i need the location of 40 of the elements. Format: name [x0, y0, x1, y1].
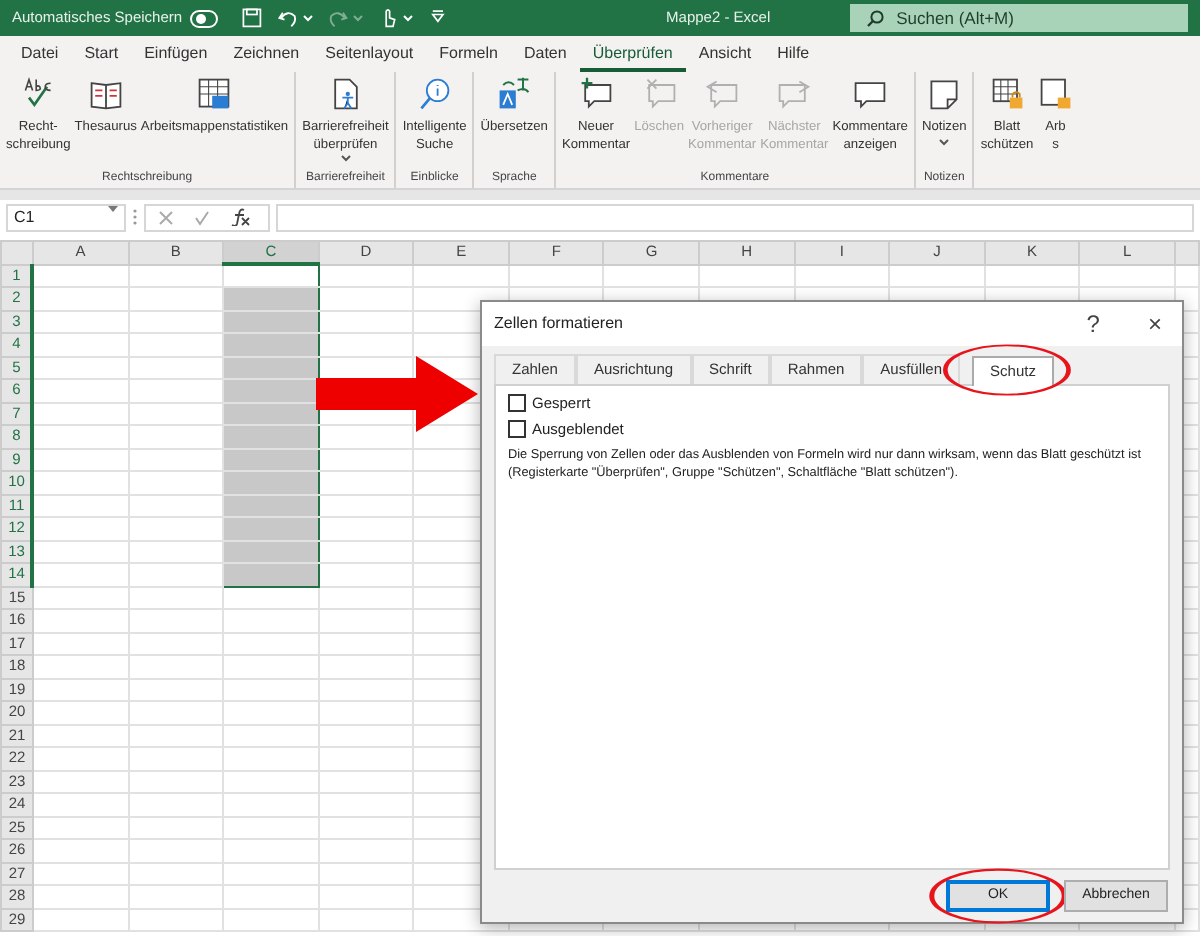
next-comment-icon — [776, 76, 813, 112]
undo-icon[interactable] — [276, 6, 301, 30]
sheet-lock-icon — [989, 76, 1026, 112]
dropdown-caret-icon[interactable] — [108, 205, 118, 213]
spelling-icon — [20, 76, 57, 112]
table-icon — [196, 76, 233, 112]
ribbon-tab[interactable]: Zeichnen — [220, 40, 313, 72]
ribbon-tab[interactable]: Hilfe — [764, 40, 823, 72]
checkbox[interactable] — [508, 420, 526, 439]
dialog-title: Zellen formatieren — [494, 311, 625, 336]
ribbon-tab[interactable]: Datei — [8, 40, 72, 72]
search-field[interactable]: Suchen (Alt+M) — [850, 4, 1188, 32]
ribbon-tab[interactable]: Seitenlayout — [312, 40, 427, 72]
ribbon-tab[interactable]: Start — [71, 40, 132, 72]
ribbon-tab[interactable]: Formeln — [426, 40, 511, 72]
comment-icon — [852, 76, 889, 112]
note-icon — [926, 76, 963, 112]
ribbon-tab[interactable]: Daten — [510, 40, 580, 72]
new-comment-icon — [578, 76, 615, 112]
previous-comment-icon — [704, 76, 741, 112]
close-button[interactable]: × — [1139, 309, 1170, 338]
translate-icon — [496, 76, 533, 112]
save-icon[interactable] — [240, 6, 265, 30]
ribbon-tab[interactable]: Einfügen — [131, 40, 221, 72]
name-box[interactable]: C1 — [6, 203, 126, 231]
highlight-ellipse — [940, 341, 1074, 398]
dropdown-caret-icon — [938, 137, 951, 147]
help-button[interactable]: ? — [1078, 309, 1108, 338]
autosave-toggle[interactable] — [190, 9, 219, 27]
search-icon — [866, 9, 885, 27]
function-icon[interactable] — [230, 208, 250, 226]
workbook-lock-icon — [1037, 76, 1074, 112]
ribbon-tab[interactable]: Ansicht — [685, 40, 765, 72]
dropdown-caret-icon — [339, 154, 352, 164]
highlight-ellipse — [926, 866, 1070, 926]
delete-comment-icon — [641, 76, 678, 112]
book-icon — [87, 76, 124, 112]
formula-input[interactable] — [276, 203, 1194, 231]
checkbox[interactable] — [508, 394, 526, 413]
grip-icon — [132, 208, 138, 226]
